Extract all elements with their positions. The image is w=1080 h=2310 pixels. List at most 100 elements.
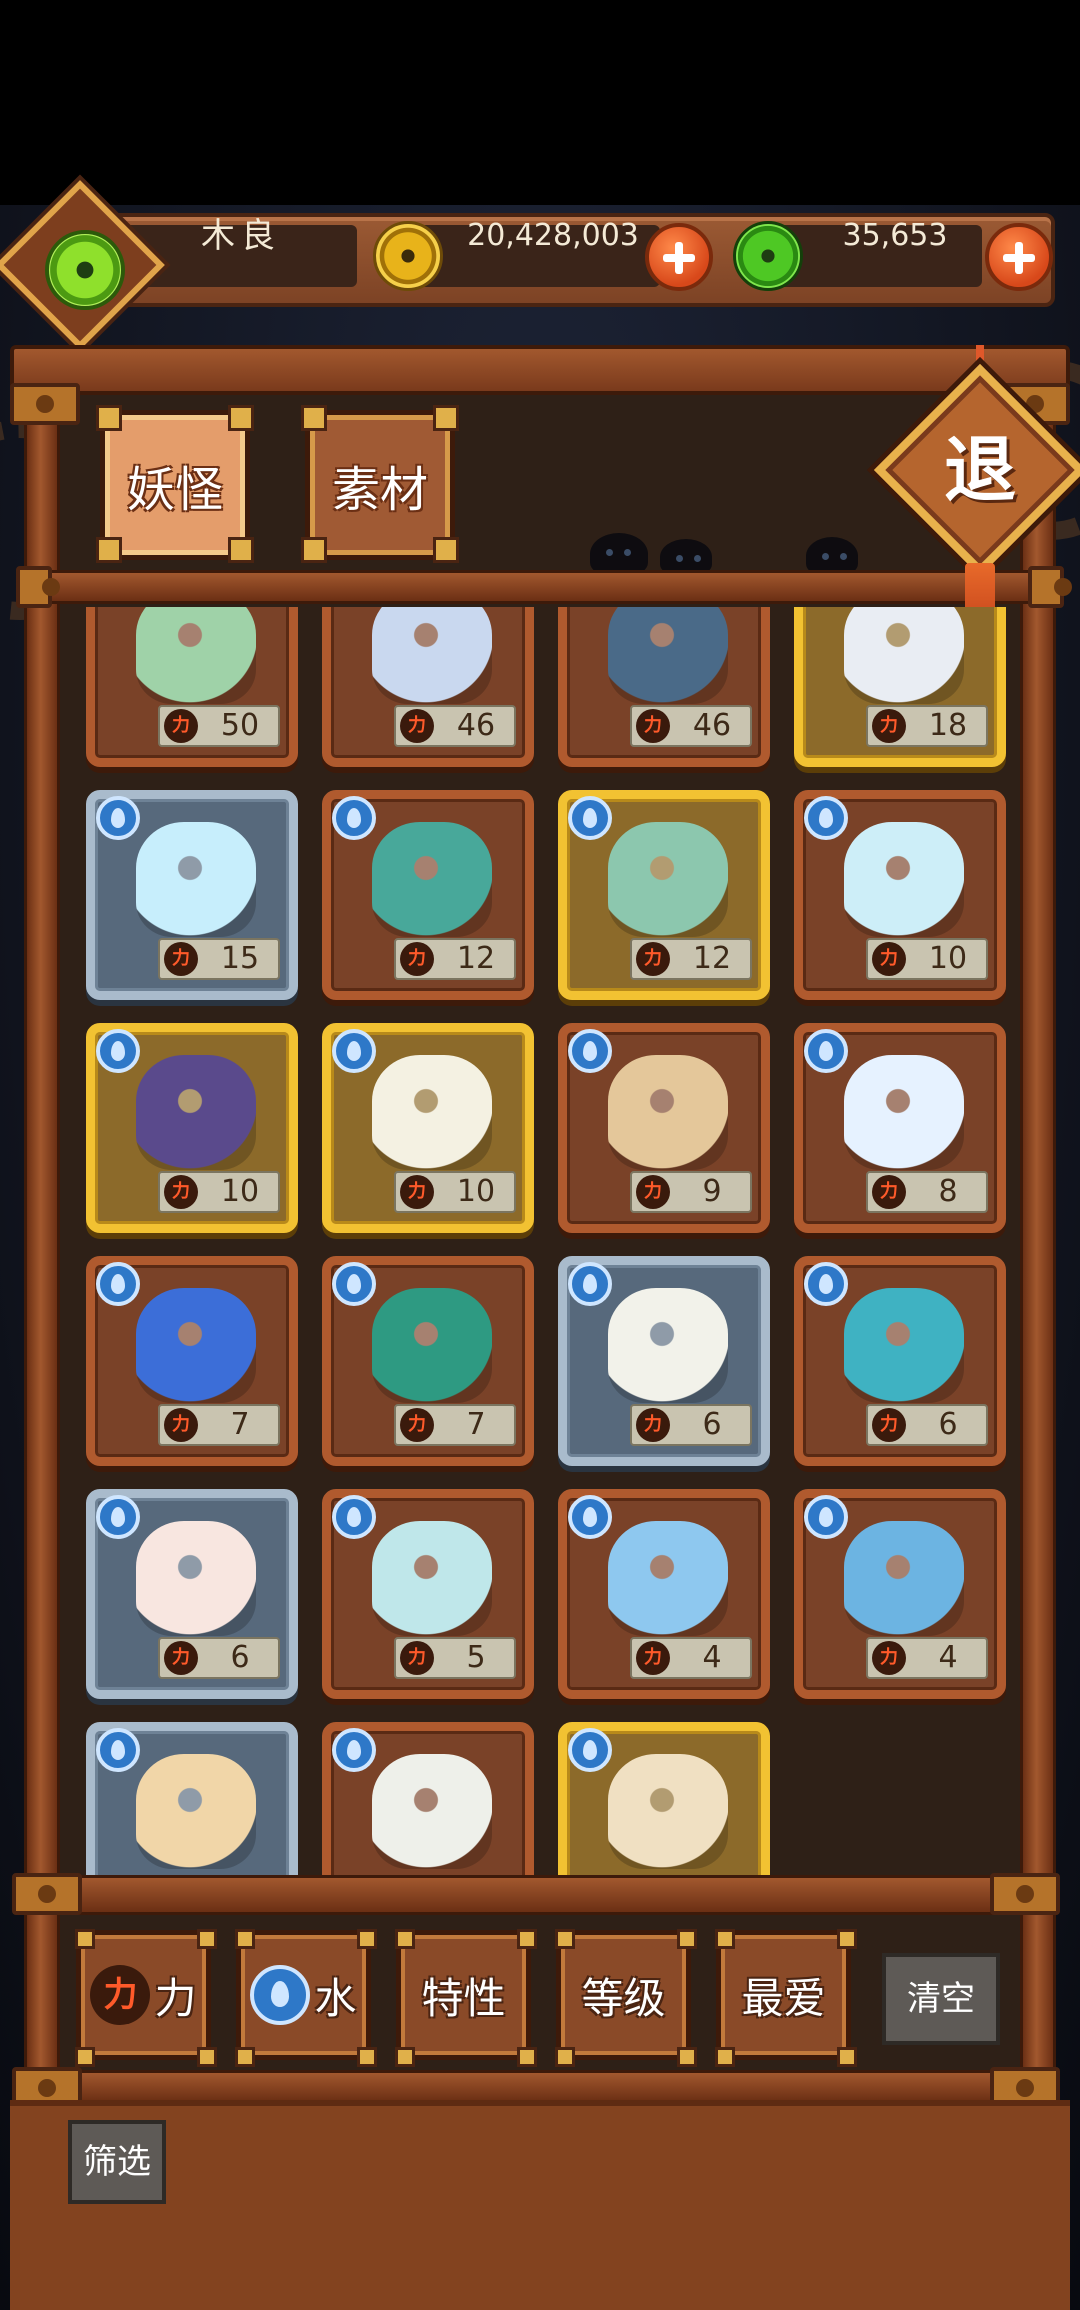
gold-amount: 20,428,003 — [467, 218, 639, 253]
shadow-critters — [590, 515, 910, 575]
button-corner — [837, 1929, 857, 1949]
power-icon: 力 — [164, 709, 198, 743]
water-element-icon — [332, 1029, 376, 1073]
kettle-icon — [136, 1055, 256, 1170]
filter-favorite-label: 最爱 — [741, 1973, 826, 2023]
filter-trait-button[interactable]: 特性 — [395, 1929, 537, 2067]
power-value: 5 — [466, 1640, 486, 1675]
power-stat: 力 50 — [158, 705, 280, 747]
power-icon: 力 — [636, 709, 670, 743]
game-screen: 木良 20,428,003 35,653 妖怪 素材 退 力 50 力 46 力… — [0, 0, 1080, 2310]
power-icon: 力 — [636, 1641, 670, 1675]
water-element-icon — [96, 1262, 140, 1306]
water-element-icon — [804, 1262, 848, 1306]
item-card[interactable]: 力6 — [558, 1256, 770, 1466]
add-gold-button[interactable] — [645, 223, 713, 291]
button-corner — [197, 1929, 217, 1949]
clear-filters-button[interactable]: 清空 — [882, 1953, 1000, 2045]
sprout-creature-icon — [372, 1288, 492, 1403]
scholar-icon — [372, 607, 492, 704]
gold-coin-icon — [373, 221, 443, 291]
button-corner — [837, 2047, 857, 2067]
power-value: 6 — [702, 1407, 722, 1442]
item-card[interactable] — [322, 1722, 534, 1875]
power-icon: 力 — [872, 1175, 906, 1209]
power-icon: 力 — [872, 1408, 906, 1442]
screen-filter-button[interactable]: 筛选 — [68, 2120, 166, 2204]
button-corner — [677, 2047, 697, 2067]
item-card[interactable]: 力5 — [322, 1489, 534, 1699]
item-card[interactable]: 力 46 — [322, 607, 534, 767]
item-card[interactable]: 力 12 — [558, 790, 770, 1000]
item-card[interactable]: 力 15 — [86, 790, 298, 1000]
item-card[interactable]: 力 12 — [322, 790, 534, 1000]
tab-corner — [433, 537, 459, 563]
power-value: 10 — [456, 1174, 496, 1209]
blue-blob-icon — [608, 1521, 728, 1636]
item-card[interactable]: 力6 — [794, 1256, 1006, 1466]
power-stat: 力 10 — [866, 938, 988, 980]
filter-water-button[interactable]: 水 — [235, 1929, 377, 2067]
add-jade-button[interactable] — [985, 223, 1053, 291]
water-element-icon — [568, 1495, 612, 1539]
corner-bracket — [16, 566, 60, 608]
power-icon: 力 — [164, 1408, 198, 1442]
power-value: 7 — [466, 1407, 486, 1442]
item-card[interactable]: 力 10 — [86, 1023, 298, 1233]
power-value: 6 — [230, 1640, 250, 1675]
power-stat: 力 12 — [394, 938, 516, 980]
power-stat: 力4 — [630, 1637, 752, 1679]
item-card[interactable]: 力7 — [86, 1256, 298, 1466]
item-grid-scroll[interactable]: 力 50 力 46 力 46 力 18 力 15 力 12 力 12 力 10 力 10 力 10 力 9 力 8 力 7 力 7 力 6… — [78, 607, 1008, 1875]
power-value: 10 — [928, 941, 968, 976]
button-corner — [555, 2047, 575, 2067]
filter-level-button[interactable]: 等级 — [555, 1929, 697, 2067]
item-card[interactable]: 力7 — [322, 1256, 534, 1466]
power-value: 12 — [692, 941, 732, 976]
tab-shelf — [20, 570, 1060, 604]
item-card[interactable]: 力 10 — [794, 790, 1006, 1000]
water-element-icon — [568, 1728, 612, 1772]
crown-icon — [844, 607, 964, 704]
corner-bracket — [10, 383, 80, 425]
white-flower-icon — [372, 1055, 492, 1170]
item-card[interactable]: 力4 — [558, 1489, 770, 1699]
item-card[interactable]: 力 50 — [86, 607, 298, 767]
water-element-icon — [568, 1029, 612, 1073]
power-stat: 力9 — [630, 1171, 752, 1213]
tab-sucai-label: 素材 — [331, 462, 428, 518]
power-value: 10 — [220, 1174, 260, 1209]
power-stat: 力6 — [158, 1637, 280, 1679]
tab-corner — [301, 405, 327, 431]
item-card[interactable]: 力 18 — [794, 607, 1006, 767]
water-element-icon — [332, 796, 376, 840]
item-card[interactable] — [558, 1722, 770, 1875]
jade-coin-icon — [733, 221, 803, 291]
item-card[interactable]: 力4 — [794, 1489, 1006, 1699]
power-icon: 力 — [90, 1965, 151, 2025]
filter-power-button[interactable]: 力 力 — [75, 1929, 217, 2067]
power-stat: 力4 — [866, 1637, 988, 1679]
status-bar-area — [0, 0, 1080, 205]
power-stat: 力7 — [158, 1404, 280, 1446]
button-corner — [395, 1929, 415, 1949]
power-value: 4 — [702, 1640, 722, 1675]
item-card[interactable]: 力9 — [558, 1023, 770, 1233]
item-card[interactable]: 力8 — [794, 1023, 1006, 1233]
item-card[interactable]: 力 46 — [558, 607, 770, 767]
tab-corner — [301, 537, 327, 563]
collection-cabinet: 妖怪 素材 退 力 50 力 46 力 46 力 18 力 15 力 12 力 12 力 10 力 10 力 10 力 9… — [10, 345, 1080, 2310]
topknot-baby-icon — [136, 1521, 256, 1636]
fishing-boy-icon — [136, 1754, 256, 1869]
water-element-icon — [96, 1495, 140, 1539]
power-value: 50 — [220, 708, 260, 743]
power-value: 12 — [456, 941, 496, 976]
item-card[interactable]: 力 10 — [322, 1023, 534, 1233]
power-icon: 力 — [636, 1408, 670, 1442]
power-icon: 力 — [872, 1641, 906, 1675]
filter-bottom-shelf — [20, 2070, 1060, 2104]
button-corner — [395, 2047, 415, 2067]
filter-favorite-button[interactable]: 最爱 — [715, 1929, 857, 2067]
item-card[interactable] — [86, 1722, 298, 1875]
item-card[interactable]: 力6 — [86, 1489, 298, 1699]
